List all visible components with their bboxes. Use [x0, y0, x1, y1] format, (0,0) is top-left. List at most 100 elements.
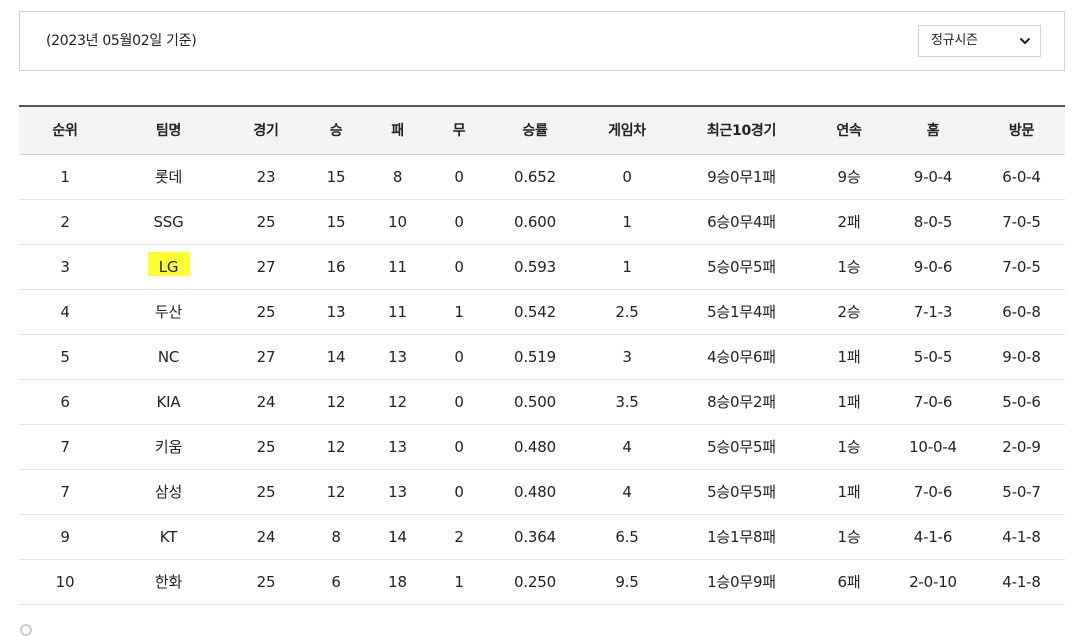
cell-draws: 2: [429, 514, 489, 560]
cell-team: 키움: [111, 424, 226, 470]
cell-team: 한화: [111, 559, 226, 605]
cell-games-behind: 9.5: [581, 559, 673, 605]
team-name-link[interactable]: NC: [158, 348, 179, 366]
cell-home: 5-0-5: [888, 334, 978, 380]
cell-rank: 1: [19, 154, 111, 200]
column-header-home: 홈: [888, 105, 978, 155]
team-name-link[interactable]: 한화: [155, 571, 182, 592]
column-header-rank: 순위: [19, 105, 111, 155]
cell-wins: 15: [306, 154, 366, 200]
cell-team: 두산: [111, 289, 226, 335]
cell-wins: 6: [306, 559, 366, 605]
table-body: 1 롯데 23 15 8 0 0.652 0 9승0무1패 9승 9-0-4 6-0-4 2 SSG 25 1…: [19, 154, 1065, 605]
cell-away: 7-0-5: [978, 244, 1065, 290]
cell-games-behind: 4: [581, 424, 673, 470]
team-name-link[interactable]: KIA: [157, 393, 181, 411]
team-name-link[interactable]: 롯데: [155, 166, 182, 187]
cell-draws: 0: [429, 379, 489, 425]
column-header-away: 방문: [978, 105, 1065, 155]
cell-home: 9-0-6: [888, 244, 978, 290]
cell-games-behind: 1: [581, 244, 673, 290]
table-row: 3 LG 27 16 11 0 0.593 1 5승0무5패 1승 9-0-6 7-0-5: [19, 244, 1065, 290]
cell-rank: 7: [19, 424, 111, 470]
cell-team: LG: [111, 244, 226, 290]
column-header-last-10: 최근10경기: [673, 105, 810, 155]
cell-win-pct: 0.600: [489, 199, 581, 245]
cell-games: 25: [226, 424, 306, 470]
table-row: 9 KT 24 8 14 2 0.364 6.5 1승1무8패 1승 4-1-6 4-1-8: [19, 514, 1065, 560]
team-name-link[interactable]: 키움: [155, 436, 182, 457]
cell-win-pct: 0.250: [489, 559, 581, 605]
cell-draws: 1: [429, 559, 489, 605]
table-row: 5 NC 27 14 13 0 0.519 3 4승0무6패 1패 5-0-5 9-0-8: [19, 334, 1065, 380]
chevron-down-icon: [1020, 38, 1030, 44]
cell-last-10: 5승1무4패: [673, 289, 810, 335]
cell-wins: 12: [306, 379, 366, 425]
cell-last-10: 9승0무1패: [673, 154, 810, 200]
standings-date-label: (2023년 05월02일 기준): [46, 33, 197, 49]
cell-away: 5-0-7: [978, 469, 1065, 515]
cell-losses: 13: [366, 424, 429, 470]
season-select[interactable]: 정규시즌: [918, 25, 1041, 57]
cell-wins: 14: [306, 334, 366, 380]
team-name-link[interactable]: 두산: [155, 301, 182, 322]
cell-streak: 2승: [810, 289, 888, 335]
cell-streak: 6패: [810, 559, 888, 605]
cell-rank: 5: [19, 334, 111, 380]
column-header-losses: 패: [366, 105, 429, 155]
cell-last-10: 5승0무5패: [673, 424, 810, 470]
cell-draws: 0: [429, 469, 489, 515]
column-header-games: 경기: [226, 105, 306, 155]
cell-losses: 11: [366, 289, 429, 335]
cell-home: 7-0-6: [888, 379, 978, 425]
standings-table: 순위 팀명 경기 승 패 무 승률 게임차 최근10경기 연속 홈 방문 1 롯데 23 15 8 0 0.652…: [19, 105, 1065, 605]
column-header-wins: 승: [306, 105, 366, 155]
cell-win-pct: 0.364: [489, 514, 581, 560]
cell-team: NC: [111, 334, 226, 380]
cell-win-pct: 0.652: [489, 154, 581, 200]
cell-draws: 0: [429, 334, 489, 380]
cell-away: 5-0-6: [978, 379, 1065, 425]
cell-away: 2-0-9: [978, 424, 1065, 470]
cell-draws: 0: [429, 424, 489, 470]
cell-losses: 14: [366, 514, 429, 560]
table-row: 2 SSG 25 15 10 0 0.600 1 6승0무4패 2패 8-0-5 7-0-5: [19, 199, 1065, 245]
cell-home: 2-0-10: [888, 559, 978, 605]
footnote-icon: [20, 624, 32, 636]
column-header-games-behind: 게임차: [581, 105, 673, 155]
cell-draws: 0: [429, 154, 489, 200]
cell-wins: 12: [306, 424, 366, 470]
cell-away: 6-0-8: [978, 289, 1065, 335]
cell-streak: 1패: [810, 379, 888, 425]
cell-home: 10-0-4: [888, 424, 978, 470]
table-row: 7 키움 25 12 13 0 0.480 4 5승0무5패 1승 10-0-4 2-0-9: [19, 424, 1065, 470]
cell-win-pct: 0.480: [489, 424, 581, 470]
cell-home: 7-0-6: [888, 469, 978, 515]
cell-games-behind: 6.5: [581, 514, 673, 560]
cell-games: 24: [226, 379, 306, 425]
cell-win-pct: 0.519: [489, 334, 581, 380]
cell-home: 7-1-3: [888, 289, 978, 335]
cell-rank: 4: [19, 289, 111, 335]
cell-draws: 1: [429, 289, 489, 335]
cell-wins: 15: [306, 199, 366, 245]
cell-games: 25: [226, 469, 306, 515]
cell-games-behind: 3: [581, 334, 673, 380]
cell-streak: 1승: [810, 514, 888, 560]
cell-last-10: 6승0무4패: [673, 199, 810, 245]
column-header-team: 팀명: [111, 105, 226, 155]
team-name-link[interactable]: 삼성: [155, 481, 182, 502]
cell-away: 4-1-8: [978, 514, 1065, 560]
team-name-link[interactable]: KT: [160, 528, 178, 546]
team-name-link[interactable]: SSG: [153, 213, 183, 231]
cell-rank: 7: [19, 469, 111, 515]
cell-wins: 8: [306, 514, 366, 560]
team-name-link[interactable]: LG: [147, 251, 190, 276]
cell-streak: 9승: [810, 154, 888, 200]
cell-win-pct: 0.542: [489, 289, 581, 335]
cell-streak: 2패: [810, 199, 888, 245]
cell-streak: 1패: [810, 469, 888, 515]
cell-games-behind: 3.5: [581, 379, 673, 425]
cell-rank: 3: [19, 244, 111, 290]
cell-streak: 1승: [810, 244, 888, 290]
